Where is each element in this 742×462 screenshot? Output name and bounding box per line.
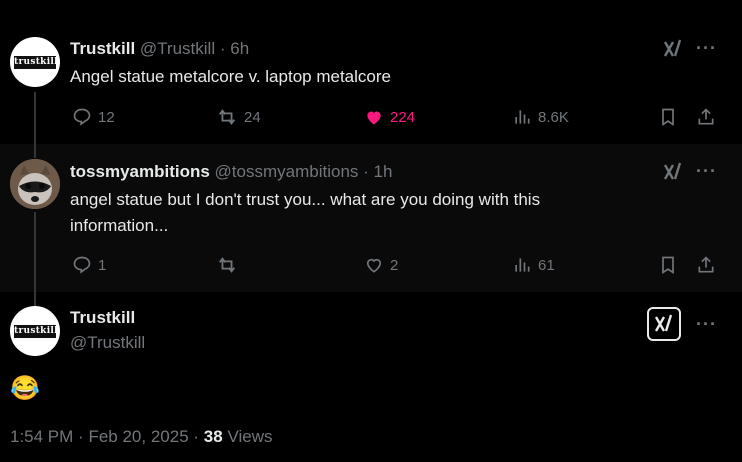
tweet-header: tossmyambitions @tossmyambitions · 1h: [70, 162, 392, 182]
like-button[interactable]: 224: [364, 107, 415, 127]
views-count: 38: [203, 427, 223, 446]
reply-count: 1: [98, 256, 107, 274]
timestamp-date[interactable]: Feb 20, 2025: [88, 427, 188, 446]
avatar-logo: trustkill: [14, 56, 58, 69]
like-count: 224: [390, 108, 416, 126]
thread-line: [34, 292, 36, 306]
tweet-3[interactable]: trustkill Trustkill @Trustkill ··· 😂 1:5…: [0, 292, 742, 462]
tweet-text: 😂: [10, 375, 40, 402]
grok-button[interactable]: [647, 307, 681, 341]
view-count: 8.6K: [538, 108, 569, 126]
more-options-icon[interactable]: ···: [696, 161, 717, 182]
tweet-text: Angel statue metalcore v. laptop metalco…: [70, 67, 391, 86]
views-button[interactable]: 8.6K: [512, 107, 569, 127]
tweet-2[interactable]: tossmyambitions @tossmyambitions · 1h an…: [0, 144, 742, 292]
display-name[interactable]: Trustkill: [70, 39, 135, 58]
raccoon-avatar-image: [10, 159, 60, 209]
separator-dot: ·: [193, 427, 200, 446]
reply-button[interactable]: 1: [72, 255, 106, 275]
more-options-icon[interactable]: ···: [696, 314, 717, 335]
reply-icon: [73, 256, 91, 274]
tweet-header: Trustkill @Trustkill · 6h: [70, 39, 249, 59]
grok-icon[interactable]: [662, 38, 684, 65]
analytics-icon: [515, 110, 530, 124]
tweet-1[interactable]: trustkill Trustkill @Trustkill · 6h Ange…: [0, 0, 742, 144]
reply-icon: [73, 108, 91, 126]
retweet-button[interactable]: [216, 255, 238, 275]
separator-dot: ·: [78, 427, 84, 446]
view-count: 61: [538, 256, 555, 274]
timestamp-time[interactable]: 1:54 PM: [10, 427, 73, 446]
retweet-button[interactable]: 24: [216, 107, 261, 127]
avatar[interactable]: trustkill: [10, 306, 60, 356]
heart-icon: [366, 258, 382, 273]
avatar-logo: trustkill: [14, 325, 58, 338]
bookmark-button[interactable]: [658, 255, 678, 275]
share-icon: [698, 108, 714, 125]
display-name[interactable]: Trustkill: [70, 308, 135, 327]
display-name-wrap: Trustkill: [70, 308, 135, 328]
share-button[interactable]: [696, 255, 716, 275]
bookmark-button[interactable]: [658, 107, 678, 127]
separator-dot: ·: [363, 162, 369, 181]
thread-line: [34, 144, 36, 158]
timestamp[interactable]: 1h: [374, 162, 393, 181]
thread-line: [34, 92, 36, 144]
user-handle[interactable]: @tossmyambitions: [215, 162, 359, 181]
user-handle[interactable]: @Trustkill: [140, 39, 215, 58]
retweet-icon: [219, 257, 235, 273]
retweet-count: 24: [244, 108, 261, 126]
share-icon: [698, 256, 714, 273]
reply-count: 12: [98, 108, 115, 126]
display-name[interactable]: tossmyambitions: [70, 162, 210, 181]
tweet-text: angel statue but I don't trust you... wh…: [70, 190, 541, 235]
handle-wrap: @Trustkill: [70, 333, 145, 353]
more-options-icon[interactable]: ···: [696, 38, 717, 59]
share-button[interactable]: [696, 107, 716, 127]
like-count: 2: [390, 256, 399, 274]
separator-dot: ·: [219, 39, 226, 58]
avatar[interactable]: [10, 159, 60, 209]
tweet-meta: 1:54 PM · Feb 20, 2025 · 38 Views: [10, 427, 273, 447]
grok-icon[interactable]: [662, 161, 684, 188]
grok-icon: [654, 314, 673, 332]
heart-filled-icon: [367, 111, 381, 125]
like-button[interactable]: 2: [364, 255, 398, 275]
user-handle[interactable]: @Trustkill: [70, 333, 145, 352]
views-label: Views: [227, 427, 273, 446]
bookmark-icon: [662, 256, 674, 275]
thread-line: [34, 212, 36, 292]
analytics-icon: [515, 258, 530, 272]
timestamp[interactable]: 6h: [230, 39, 249, 58]
retweet-icon: [219, 109, 235, 125]
avatar[interactable]: trustkill: [10, 37, 60, 87]
views-button[interactable]: 61: [512, 255, 555, 275]
bookmark-icon: [662, 108, 674, 127]
reply-button[interactable]: 12: [72, 107, 115, 127]
